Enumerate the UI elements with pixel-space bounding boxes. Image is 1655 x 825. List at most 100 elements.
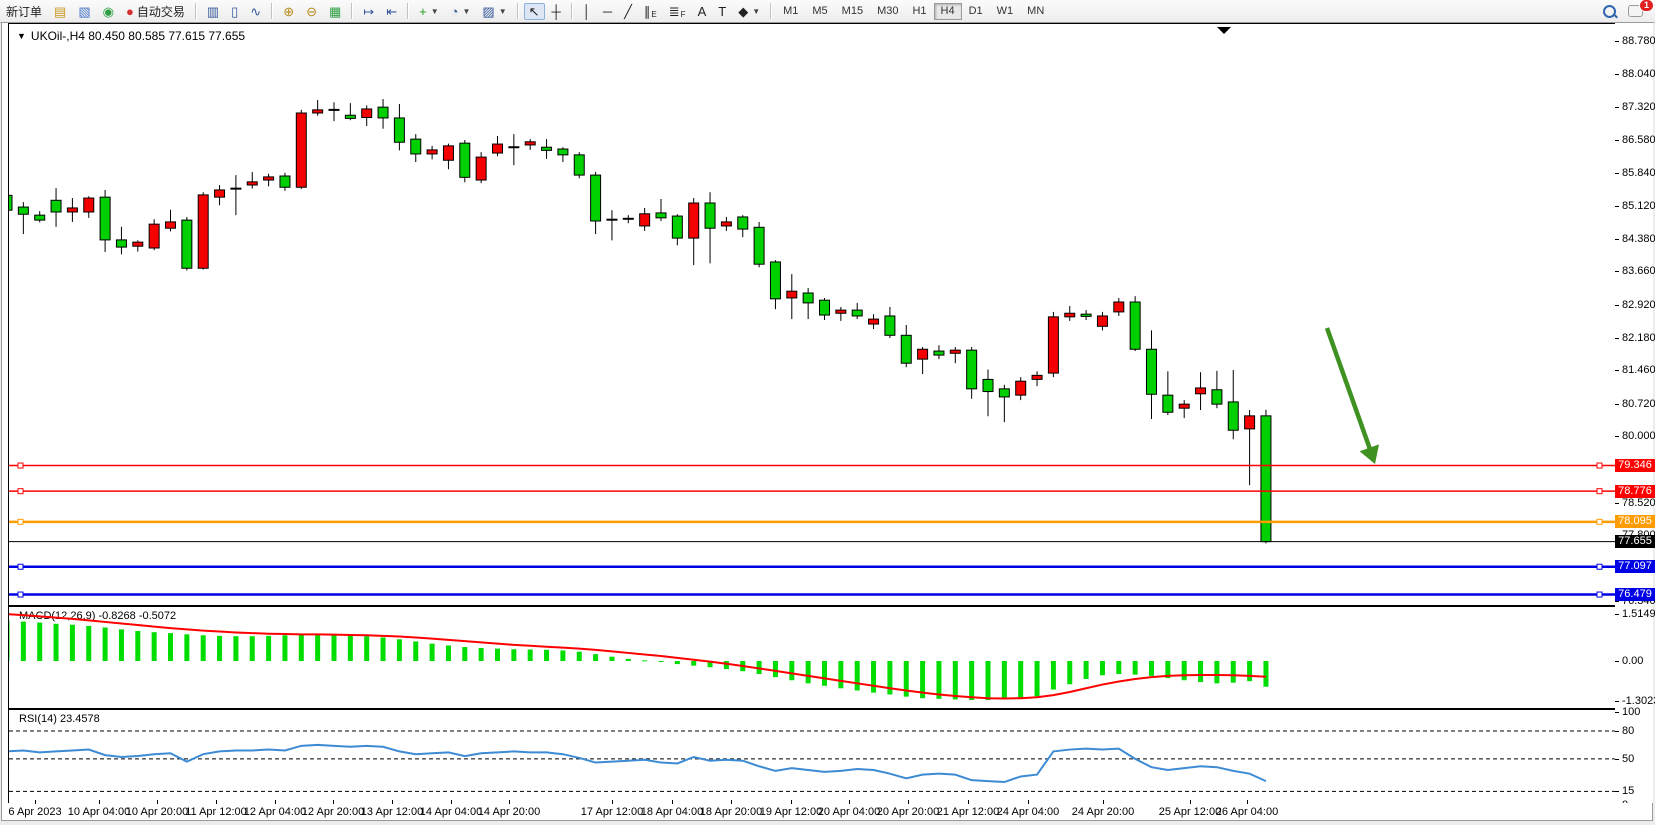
time-axis[interactable]: 6 Apr 202310 Apr 04:0010 Apr 20:0011 Apr… bbox=[2, 803, 1652, 820]
crosshair-icon[interactable]: ┼ bbox=[547, 3, 566, 20]
timeframe-m15-button[interactable]: M15 bbox=[835, 3, 870, 20]
timeframe-h1-button[interactable]: H1 bbox=[905, 3, 933, 20]
macd-histogram-bar bbox=[201, 635, 206, 661]
zoom-in-icon[interactable]: ⊕ bbox=[278, 3, 299, 20]
candlestick-chart-icon[interactable]: ▯ bbox=[226, 3, 243, 20]
macd-indicator-panel[interactable]: MACD(12,26,9) -0.8268 -0.5072 bbox=[8, 606, 1616, 709]
horizontal-line-icon[interactable]: ─ bbox=[598, 3, 617, 20]
macd-histogram-bar bbox=[1231, 661, 1236, 683]
toolbar-separator bbox=[271, 3, 273, 19]
add-indicator-icon[interactable]: +▼ bbox=[414, 3, 444, 20]
chart-shift-marker-icon[interactable] bbox=[1217, 27, 1231, 34]
auto-scroll-icon[interactable]: ↦ bbox=[358, 3, 379, 20]
candle bbox=[852, 310, 862, 316]
text-icon[interactable]: A bbox=[693, 3, 712, 20]
tile-windows-icon[interactable]: ▦ bbox=[324, 3, 346, 20]
candle bbox=[443, 146, 453, 160]
time-label: 14 Apr 20:00 bbox=[478, 806, 540, 818]
channel-icon[interactable]: ∥E bbox=[639, 3, 662, 20]
time-label: 24 Apr 20:00 bbox=[1072, 806, 1134, 818]
data-window-icon[interactable]: ▧ bbox=[73, 3, 95, 20]
time-label: 18 Apr 04:00 bbox=[641, 806, 703, 818]
rsi-tick-label: 80 bbox=[1622, 725, 1634, 737]
line-handle[interactable] bbox=[18, 564, 23, 569]
timeframe-h4-button[interactable]: H4 bbox=[934, 3, 962, 20]
toolbar-separator bbox=[517, 3, 519, 19]
line-handle[interactable] bbox=[18, 519, 23, 524]
candle bbox=[1048, 317, 1058, 373]
line-handle[interactable] bbox=[1597, 463, 1602, 468]
price-axis[interactable]: 88.78088.04087.32086.58085.84085.12084.3… bbox=[1615, 23, 1653, 803]
time-tick-mark bbox=[672, 800, 673, 804]
line-chart-icon[interactable]: ∿ bbox=[245, 3, 266, 20]
macd-histogram-bar bbox=[413, 641, 418, 661]
chat-button[interactable]: 1 bbox=[1623, 3, 1648, 20]
periods-icon[interactable]: ◔▼ bbox=[446, 3, 476, 20]
vertical-line-icon[interactable]: │ bbox=[578, 3, 596, 20]
arrow-annotation-line[interactable] bbox=[1327, 328, 1371, 452]
line-handle[interactable] bbox=[1597, 592, 1602, 597]
trendline-icon[interactable]: ╱ bbox=[619, 3, 637, 20]
shapes-icon[interactable]: ◆▼ bbox=[733, 3, 765, 20]
chart-shift-icon: ⇤ bbox=[386, 5, 397, 18]
macd-histogram-bar bbox=[446, 646, 451, 662]
rsi-indicator-panel[interactable]: RSI(14) 23.4578 bbox=[8, 709, 1616, 805]
market-watch-icon[interactable]: ▤ bbox=[49, 3, 71, 20]
signals-icon[interactable]: ◉ bbox=[98, 3, 119, 20]
macd-histogram-bar bbox=[593, 654, 598, 661]
line-handle[interactable] bbox=[18, 463, 23, 468]
rsi-tick-label: 50 bbox=[1622, 753, 1634, 765]
timeframe-w1-button[interactable]: W1 bbox=[990, 3, 1021, 20]
line-handle[interactable] bbox=[1597, 564, 1602, 569]
macd-chart[interactable] bbox=[9, 607, 1615, 708]
line-handle[interactable] bbox=[18, 592, 23, 597]
timeframe-mn-button[interactable]: MN bbox=[1020, 3, 1051, 20]
line-chart-icon: ∿ bbox=[250, 5, 261, 18]
new-order-button[interactable]: 新订单 bbox=[1, 3, 47, 20]
fibonacci-icon[interactable]: ≣F bbox=[664, 3, 691, 20]
text-label-icon: T bbox=[718, 5, 726, 18]
macd-histogram-bar bbox=[1100, 661, 1105, 675]
line-handle[interactable] bbox=[18, 489, 23, 494]
cursor-icon[interactable]: ↖ bbox=[524, 3, 545, 20]
templates-icon[interactable]: ▨▼ bbox=[477, 3, 511, 20]
time-label: 6 Apr 2023 bbox=[8, 806, 61, 818]
candle bbox=[166, 222, 176, 228]
auto-scroll-icon: ↦ bbox=[363, 5, 374, 18]
rsi-tick-label: 15 bbox=[1622, 785, 1634, 797]
macd-histogram-bar bbox=[462, 647, 467, 661]
bar-chart-icon[interactable]: ▥ bbox=[202, 3, 224, 20]
chart-shift-icon[interactable]: ⇤ bbox=[381, 3, 402, 20]
timeframe-m5-button[interactable]: M5 bbox=[805, 3, 834, 20]
candle bbox=[427, 150, 437, 154]
zoom-out-icon: ⊖ bbox=[306, 5, 317, 18]
line-handle[interactable] bbox=[1597, 489, 1602, 494]
price-chart-panel[interactable]: ▼ UKOil-,H4 80.450 80.585 77.615 77.655 bbox=[8, 23, 1616, 606]
rsi-chart[interactable] bbox=[9, 710, 1615, 804]
candlestick-chart[interactable] bbox=[9, 24, 1615, 605]
candle bbox=[770, 262, 780, 299]
time-label: 20 Apr 04:00 bbox=[818, 806, 880, 818]
text-label-icon[interactable]: T bbox=[713, 3, 731, 20]
bar-chart-icon: ▥ bbox=[207, 5, 219, 18]
time-tick-mark bbox=[849, 800, 850, 804]
time-tick-mark bbox=[731, 800, 732, 804]
macd-histogram-bar bbox=[184, 634, 189, 661]
timeframe-m1-button[interactable]: M1 bbox=[776, 3, 805, 20]
zoom-out-icon[interactable]: ⊖ bbox=[301, 3, 322, 20]
macd-histogram-bar bbox=[250, 636, 255, 661]
horizontal-line-icon: ─ bbox=[603, 5, 612, 18]
macd-histogram-bar bbox=[70, 625, 75, 661]
time-tick-mark bbox=[275, 800, 276, 804]
auto-trading-button[interactable]: ●自动交易 bbox=[121, 3, 190, 20]
candle bbox=[67, 208, 77, 212]
line-handle[interactable] bbox=[1597, 519, 1602, 524]
macd-histogram-bar bbox=[103, 628, 108, 661]
timeframe-d1-button[interactable]: D1 bbox=[962, 3, 990, 20]
candle bbox=[378, 107, 388, 118]
search-button[interactable] bbox=[1598, 3, 1621, 20]
crosshair-icon: ┼ bbox=[552, 5, 561, 18]
axis-tick-mark bbox=[1615, 404, 1619, 405]
candle bbox=[934, 351, 944, 355]
timeframe-m30-button[interactable]: M30 bbox=[870, 3, 905, 20]
